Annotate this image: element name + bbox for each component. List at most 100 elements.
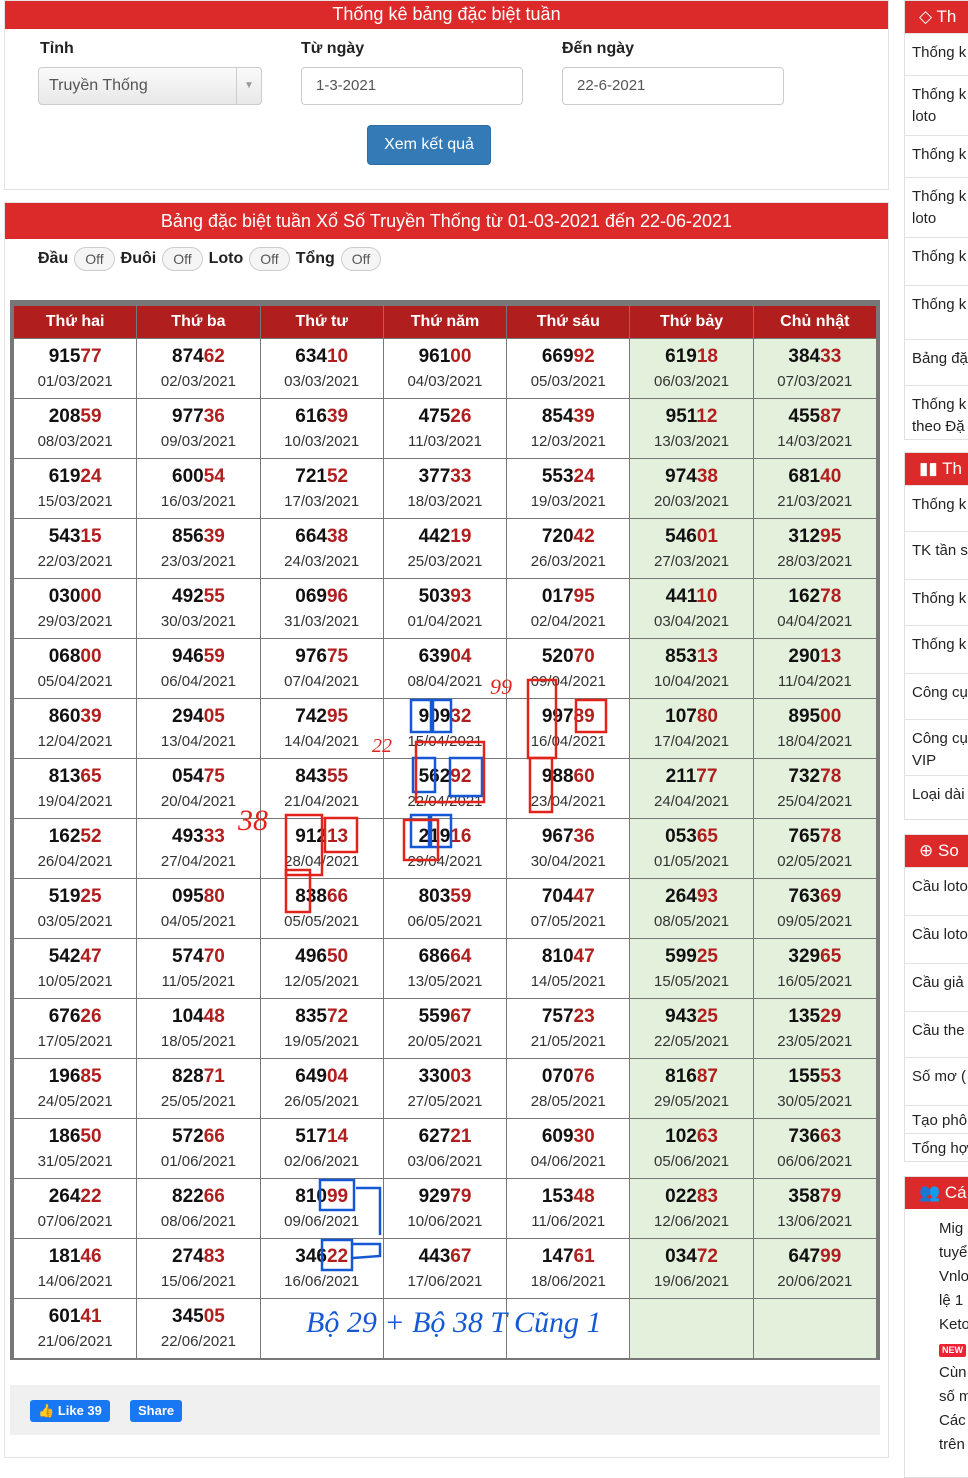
number-head: 676 xyxy=(48,1005,81,1027)
table-row: 19685 24/05/2021 82871 25/05/2021 64904 26/05… xyxy=(14,1059,876,1118)
result-cell: 96100 04/03/2021 xyxy=(383,339,507,398)
number-head: 736 xyxy=(788,1125,821,1147)
draw-date: 07/06/2021 xyxy=(37,1212,113,1230)
number-tail: 70 xyxy=(573,645,595,667)
number-tail: 00 xyxy=(80,585,102,607)
bar-chart-icon: ▮▮ xyxy=(919,459,938,478)
list-item[interactable]: Cùn số m xyxy=(939,1361,968,1409)
special-number: 73278 xyxy=(754,766,876,788)
toggle-loto[interactable]: Off xyxy=(249,247,290,271)
draw-date: 06/04/2021 xyxy=(160,672,236,690)
result-cell: 50393 01/04/2021 xyxy=(383,579,507,638)
draw-date: 19/05/2021 xyxy=(284,1032,360,1050)
number-tail: 10 xyxy=(326,345,349,367)
sidebar: ◇ Th Thống k Thống k loto Thống k Thống … xyxy=(904,0,968,1478)
toggle-tong[interactable]: Off xyxy=(340,247,382,271)
toggle-dau[interactable]: Off xyxy=(74,247,115,271)
view-results-button[interactable]: Xem kết quả xyxy=(367,125,491,165)
draw-date: 20/03/2021 xyxy=(654,492,730,510)
special-number: 06996 xyxy=(261,586,383,608)
sidebar-item[interactable]: Thống k xyxy=(905,285,968,339)
sidebar-item[interactable]: Thống k xyxy=(905,485,968,531)
sidebar-item[interactable]: Tạo phô xyxy=(905,1105,968,1133)
number-head: 543 xyxy=(48,525,81,547)
result-cell: 64904 26/05/2021 xyxy=(260,1059,383,1118)
number-head: 574 xyxy=(172,945,204,967)
sidebar-item[interactable]: Cầu giả xyxy=(905,963,968,1011)
special-number: 80359 xyxy=(384,886,506,908)
draw-date: 15/03/2021 xyxy=(37,492,113,510)
sidebar-item[interactable]: Tổng hợ xyxy=(905,1133,968,1161)
result-cell: 26493 08/05/2021 xyxy=(630,879,753,938)
special-number: 51714 xyxy=(261,1126,383,1148)
number-head: 838 xyxy=(295,885,327,907)
special-number: 51925 xyxy=(14,886,136,908)
sidebar-item[interactable]: Thống k xyxy=(905,579,968,625)
special-number: 47526 xyxy=(384,406,506,428)
sidebar-item[interactable]: Loại dài xyxy=(905,775,968,819)
sidebar-item[interactable]: Thống k xyxy=(905,237,968,285)
new-badge: NEW xyxy=(939,1344,966,1357)
day-header: Thứ ba xyxy=(137,306,260,338)
number-head: 546 xyxy=(665,525,697,547)
from-date-input[interactable]: 1-3-2021 xyxy=(301,67,523,105)
special-number: 10263 xyxy=(630,1126,752,1148)
number-tail: 00 xyxy=(450,345,472,367)
sidebar-item[interactable]: Số mơ ( xyxy=(905,1057,968,1105)
sidebar-item[interactable]: Cầu loto xyxy=(905,915,968,963)
sidebar-item[interactable]: Thống k loto xyxy=(905,177,968,237)
sidebar-item[interactable]: Bảng đặ xyxy=(905,339,968,385)
to-date-input[interactable]: 22-6-2021 xyxy=(562,67,784,105)
number-tail: 13 xyxy=(696,645,718,667)
sidebar-item[interactable]: Cầu the xyxy=(905,1011,968,1057)
number-head: 874 xyxy=(172,345,204,367)
number-head: 619 xyxy=(48,465,81,487)
result-cell: 29405 13/04/2021 xyxy=(137,699,260,758)
number-tail: 65 xyxy=(696,825,718,847)
draw-date: 25/05/2021 xyxy=(160,1092,236,1110)
special-number: 09580 xyxy=(137,886,259,908)
list-item[interactable]: Các trên xyxy=(939,1409,968,1457)
sidebar-item[interactable]: Thống k xyxy=(905,135,968,177)
result-cell: 55324 19/03/2021 xyxy=(507,459,630,518)
number-tail: 18 xyxy=(696,345,718,367)
sidebar-item[interactable]: Thống k xyxy=(905,33,968,75)
draw-date: 27/05/2021 xyxy=(407,1092,483,1110)
sidebar-item[interactable]: Thống k theo Đặ xyxy=(905,385,968,439)
list-item[interactable]: Keto NEW xyxy=(939,1313,968,1361)
result-cell: 14761 18/06/2021 xyxy=(507,1239,630,1298)
toggle-duoi[interactable]: Off xyxy=(162,247,203,271)
sidebar-item[interactable]: Công cụ VIP xyxy=(905,719,968,775)
toggle-label-loto: Loto xyxy=(208,250,244,267)
number-tail: 69 xyxy=(820,885,842,907)
number-tail: 01 xyxy=(696,525,718,547)
number-tail: 55 xyxy=(326,765,349,787)
list-item[interactable]: Vnlo lệ 1 xyxy=(939,1265,968,1313)
number-head: 835 xyxy=(295,1005,327,1027)
result-cell: 21916 29/04/2021 xyxy=(383,819,507,878)
number-tail: 52 xyxy=(80,825,102,847)
sidebar-item[interactable]: Công cụ xyxy=(905,673,968,719)
sidebar-item[interactable]: Thống k xyxy=(905,625,968,673)
special-number: 61639 xyxy=(261,406,383,428)
sidebar-item[interactable]: Thống k loto xyxy=(905,75,968,135)
draw-date: 09/06/2021 xyxy=(284,1212,360,1230)
draw-date: 16/06/2021 xyxy=(284,1272,360,1290)
sidebar-item[interactable]: TK tần s xyxy=(905,531,968,579)
sidebar-item[interactable]: Cầu loto xyxy=(905,867,968,915)
special-number: 57266 xyxy=(137,1126,259,1148)
draw-date: 23/03/2021 xyxy=(160,552,236,570)
number-head: 054 xyxy=(172,765,204,787)
facebook-like-button[interactable]: 👍 Like 39 xyxy=(30,1400,110,1422)
list-item[interactable]: Mig tuyể xyxy=(939,1217,968,1265)
special-number: 97438 xyxy=(630,466,752,488)
result-cell xyxy=(507,1299,630,1358)
special-number: 18650 xyxy=(14,1126,136,1148)
table-row: 18146 14/06/2021 27483 15/06/2021 34622 16/06… xyxy=(14,1239,876,1298)
facebook-share-button[interactable]: Share xyxy=(130,1400,183,1422)
draw-date: 03/04/2021 xyxy=(654,612,730,630)
number-tail: 52 xyxy=(326,465,349,487)
province-select[interactable]: Truyền Thống ▼ xyxy=(38,67,262,105)
number-tail: 13 xyxy=(820,645,842,667)
draw-date: 20/04/2021 xyxy=(160,792,236,810)
